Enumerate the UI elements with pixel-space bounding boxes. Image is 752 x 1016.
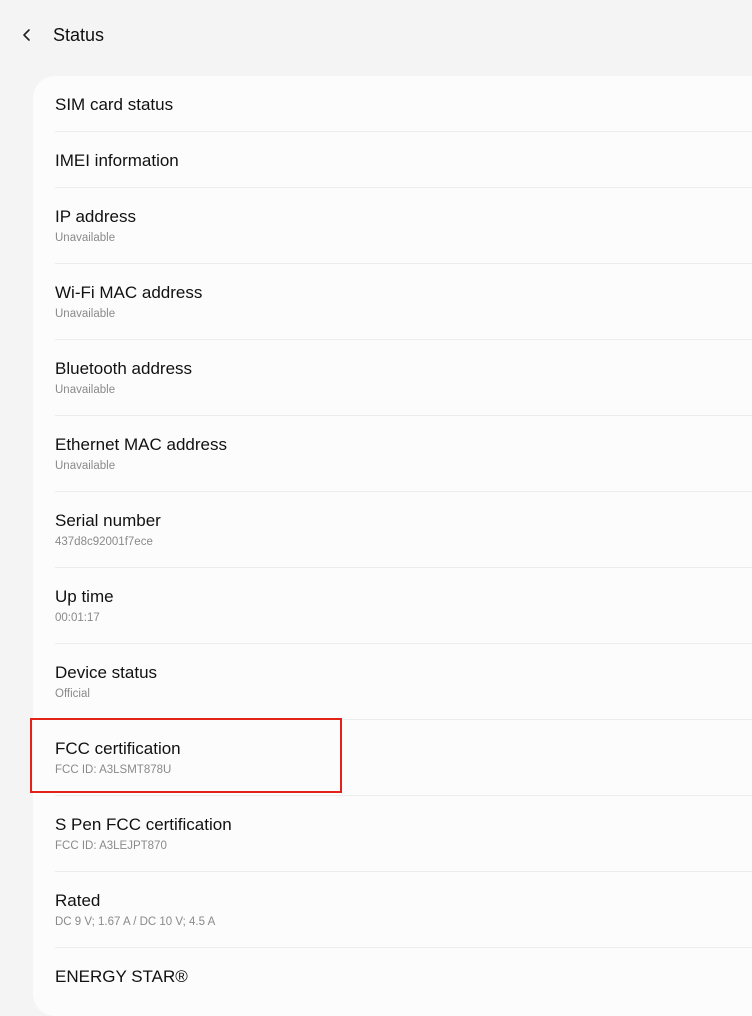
list-item-wifi-mac-address[interactable]: Wi-Fi MAC address Unavailable — [33, 264, 752, 340]
status-list-card: SIM card status IMEI information IP addr… — [33, 76, 752, 1016]
list-item-label: Serial number — [55, 511, 161, 530]
page-title: Status — [53, 25, 105, 45]
list-item-value: FCC ID: A3LEJPT870 — [55, 840, 167, 852]
list-item-ethernet-mac-address[interactable]: Ethernet MAC address Unavailable — [33, 416, 752, 492]
list-item-sim-card-status[interactable]: SIM card status — [33, 76, 752, 132]
list-item-value: FCC ID: A3LSMT878U — [55, 764, 172, 776]
list-item-value: DC 9 V; 1.67 A / DC 10 V; 4.5 A — [55, 916, 216, 928]
list-item-fcc-certification[interactable]: FCC certification FCC ID: A3LSMT878U — [33, 720, 752, 796]
status-list: SIM card status IMEI information IP addr… — [33, 76, 752, 1004]
list-item-value: Unavailable — [55, 308, 116, 320]
back-button[interactable] — [12, 20, 42, 50]
list-item-serial-number[interactable]: Serial number 437d8c92001f7ece — [33, 492, 752, 568]
list-item-ip-address[interactable]: IP address Unavailable — [33, 188, 752, 264]
list-item-up-time[interactable]: Up time 00:01:17 — [33, 568, 752, 644]
list-item-value: Unavailable — [55, 460, 116, 472]
list-item-value: Unavailable — [55, 232, 116, 244]
list-item-label: Rated — [55, 891, 101, 910]
chevron-left-icon — [20, 28, 34, 42]
app-bar: Status — [0, 0, 752, 70]
list-item-label: Ethernet MAC address — [55, 435, 227, 454]
list-item-rated[interactable]: Rated DC 9 V; 1.67 A / DC 10 V; 4.5 A — [33, 872, 752, 948]
list-item-value: 00:01:17 — [55, 612, 100, 624]
list-item-s-pen-fcc-certification[interactable]: S Pen FCC certification FCC ID: A3LEJPT8… — [33, 796, 752, 872]
list-item-label: FCC certification — [55, 739, 181, 758]
list-item-label: S Pen FCC certification — [55, 815, 232, 834]
list-item-label: Device status — [55, 663, 158, 682]
list-item-label: IMEI information — [55, 151, 179, 170]
list-item-bluetooth-address[interactable]: Bluetooth address Unavailable — [33, 340, 752, 416]
list-item-label: SIM card status — [55, 95, 174, 114]
list-item-device-status[interactable]: Device status Official — [33, 644, 752, 720]
list-item-label: Wi-Fi MAC address — [55, 283, 203, 302]
list-item-energy-star[interactable]: ENERGY STAR® — [33, 948, 752, 1004]
list-item-label: Bluetooth address — [55, 359, 193, 378]
list-item-imei-information[interactable]: IMEI information — [33, 132, 752, 188]
list-item-value: Official — [55, 688, 90, 700]
list-item-label: Up time — [55, 587, 114, 606]
list-item-label: IP address — [55, 207, 136, 226]
list-item-label: ENERGY STAR® — [55, 967, 188, 986]
list-item-value: Unavailable — [55, 384, 116, 396]
list-item-value: 437d8c92001f7ece — [55, 536, 153, 548]
